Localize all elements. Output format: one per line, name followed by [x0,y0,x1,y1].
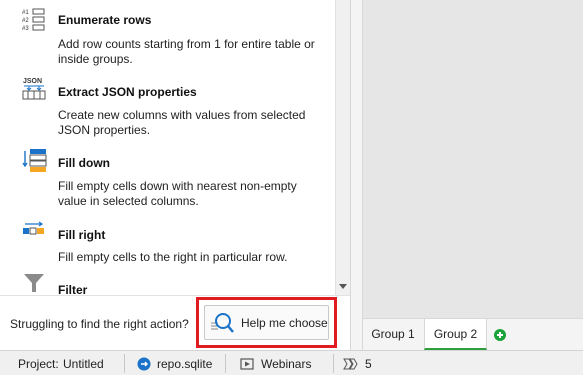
project-label: Project: [18,356,59,371]
action-title: Extract JSON properties [58,85,197,99]
add-group-icon[interactable] [494,329,506,341]
extract-json-icon: JSON [22,76,48,100]
help-bar: Struggling to find the right action? Hel… [0,295,350,350]
tab-group-2[interactable]: Group 2 [424,319,487,350]
actions-scrollbar[interactable] [335,0,350,295]
action-enumerate-rows[interactable]: #1 #2 #3 Enumerate rows Add row counts s… [0,7,335,72]
search-document-icon [209,311,235,335]
database-connection[interactable]: repo.sqlite [137,351,212,375]
database-name: repo.sqlite [157,356,213,371]
help-button-label: Help me choose [241,315,328,330]
action-description: Add row counts starting from 1 for entir… [58,37,315,66]
actions-panel: #1 #2 #3 Enumerate rows Add row counts s… [0,0,350,295]
workspace-area [363,0,583,318]
notifications-count[interactable]: 5 [343,351,372,375]
webinars-link[interactable]: Webinars [240,351,311,375]
action-title: Fill right [58,228,106,242]
database-icon [137,357,151,371]
action-fill-down[interactable]: Fill down Fill empty cells down with nea… [0,148,335,213]
svg-text:#1: #1 [22,10,29,16]
project-name[interactable]: Untitled [63,351,104,375]
count-value: 5 [365,356,372,371]
fill-down-icon [22,148,48,172]
enumerate-rows-icon: #1 #2 #3 [22,7,48,32]
action-fill-right[interactable]: Fill right Fill empty cells to the right… [0,220,335,275]
steps-icon [343,357,359,371]
action-description: Create new columns with values from sele… [58,108,306,137]
svg-text:#3: #3 [22,26,29,32]
action-description: Fill empty cells to the right in particu… [58,250,288,264]
panel-splitter[interactable] [350,0,363,350]
svg-text:JSON: JSON [23,78,42,85]
group-tabs: Group 1 Group 2 [363,318,583,350]
action-title: Enumerate rows [58,13,152,27]
filter-icon [22,268,48,292]
action-title: Filter [58,283,88,295]
help-highlight-frame: Help me choose [196,297,337,348]
help-prompt: Struggling to find the right action? [10,317,189,331]
action-extract-json[interactable]: JSON Extract JSON properties Create new … [0,76,335,141]
webinars-label: Webinars [261,356,312,371]
svg-text:#2: #2 [22,18,29,24]
fill-right-icon [22,220,48,244]
help-me-choose-button[interactable]: Help me choose [204,305,329,340]
tab-group-1[interactable]: Group 1 [363,319,423,350]
scroll-down-arrow-icon[interactable] [336,279,350,293]
action-description: Fill empty cells down with nearest non-e… [58,179,297,208]
action-title: Fill down [58,156,110,170]
action-filter[interactable]: Filter [0,268,335,295]
video-icon [240,357,254,371]
status-bar: Project: Untitled repo.sqlite Webinars 5 [0,350,583,375]
